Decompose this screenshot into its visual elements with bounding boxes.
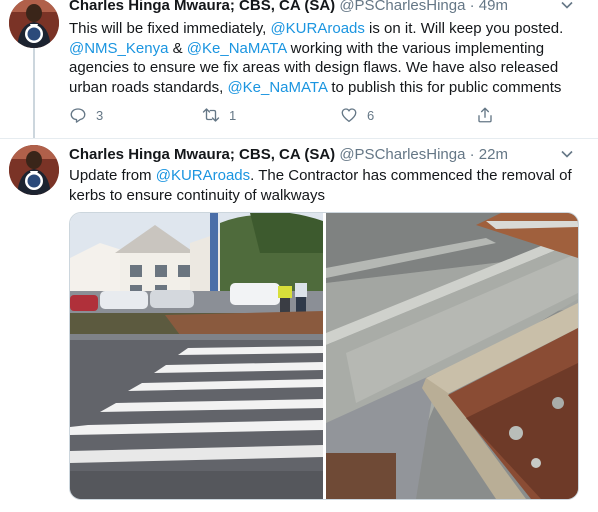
tweet-text-line: This will be fixed immediately, @KURAroa… <box>69 19 584 39</box>
text-segment: to publish this for public comments <box>327 78 562 96</box>
separator: · <box>469 0 475 14</box>
user-handle[interactable]: @PSCharlesHinga <box>339 0 465 14</box>
tweet-header: Charles Hinga Mwaura; CBS, CA (SA) @PSCh… <box>69 146 508 163</box>
mention-link[interactable]: @Ke_NaMATA <box>227 79 327 96</box>
reply-count: 3 <box>96 107 104 123</box>
share-button[interactable] <box>476 106 503 124</box>
reply-icon <box>70 108 86 123</box>
text-segment: . The Contractor has commenced the remov… <box>250 167 572 184</box>
mention-link[interactable]: @Ke_NaMATA <box>187 40 287 57</box>
profile-photo <box>9 145 59 195</box>
text-segment: This will be fixed immediately, <box>69 20 271 37</box>
retweet-count: 1 <box>229 107 237 123</box>
photo-concrete-walkway[interactable] <box>326 213 578 499</box>
avatar[interactable] <box>9 145 59 195</box>
display-name[interactable]: Charles Hinga Mwaura; CBS, CA (SA) <box>69 0 335 14</box>
retweet-icon <box>202 108 220 122</box>
like-button[interactable]: 6 <box>340 106 374 124</box>
display-name[interactable]: Charles Hinga Mwaura; CBS, CA (SA) <box>69 146 335 163</box>
text-segment: working with the various implementing <box>286 39 545 57</box>
like-icon <box>341 108 357 123</box>
retweet-button[interactable]: 1 <box>202 106 236 124</box>
tweet-text-line: agencies to ensure we fix areas with des… <box>69 59 559 76</box>
tweet-divider <box>0 138 598 139</box>
tweet-text-line: urban roads standards, @Ke_NaMATA to pub… <box>69 78 584 98</box>
mention-link[interactable]: @KURAroads <box>270 20 364 37</box>
timestamp[interactable]: 22m <box>479 146 508 163</box>
chevron-down-icon[interactable] <box>560 147 574 164</box>
tweet-text: This will be fixed immediately, @KURAroa… <box>69 19 584 97</box>
text-segment: is on it. Will keep you posted. <box>364 20 564 37</box>
chevron-down-icon[interactable] <box>560 0 574 15</box>
photo-zebra-crossing[interactable] <box>70 213 323 499</box>
tweet-text: Update from @KURAroads. The Contractor h… <box>69 166 584 205</box>
tweet-actions: 3 1 6 <box>69 106 509 126</box>
media-grid <box>69 212 579 500</box>
text-segment: & <box>168 39 187 57</box>
reply-button[interactable]: 3 <box>69 106 103 124</box>
like-count: 6 <box>367 107 375 123</box>
avatar[interactable] <box>9 0 59 48</box>
text-segment: Update from <box>69 167 156 184</box>
mention-link[interactable]: @NMS_Kenya <box>69 40 168 57</box>
mention-link[interactable]: @KURAroads <box>156 167 250 184</box>
timestamp[interactable]: 49m <box>479 0 508 14</box>
tweet-text-line: kerbs to ensure continuity of walkways <box>69 186 325 204</box>
tweet-header: Charles Hinga Mwaura; CBS, CA (SA) @PSCh… <box>69 0 508 14</box>
text-segment: urban roads standards, <box>69 78 228 96</box>
tweet-text-line: Update from @KURAroads. The Contractor h… <box>69 166 584 186</box>
separator: · <box>469 146 475 163</box>
profile-photo <box>9 0 59 48</box>
user-handle[interactable]: @PSCharlesHinga <box>339 146 465 163</box>
share-icon <box>478 107 492 123</box>
tweet-text-line: @NMS_Kenya & @Ke_NaMATA working with the… <box>69 39 584 59</box>
thread-line <box>33 48 35 138</box>
